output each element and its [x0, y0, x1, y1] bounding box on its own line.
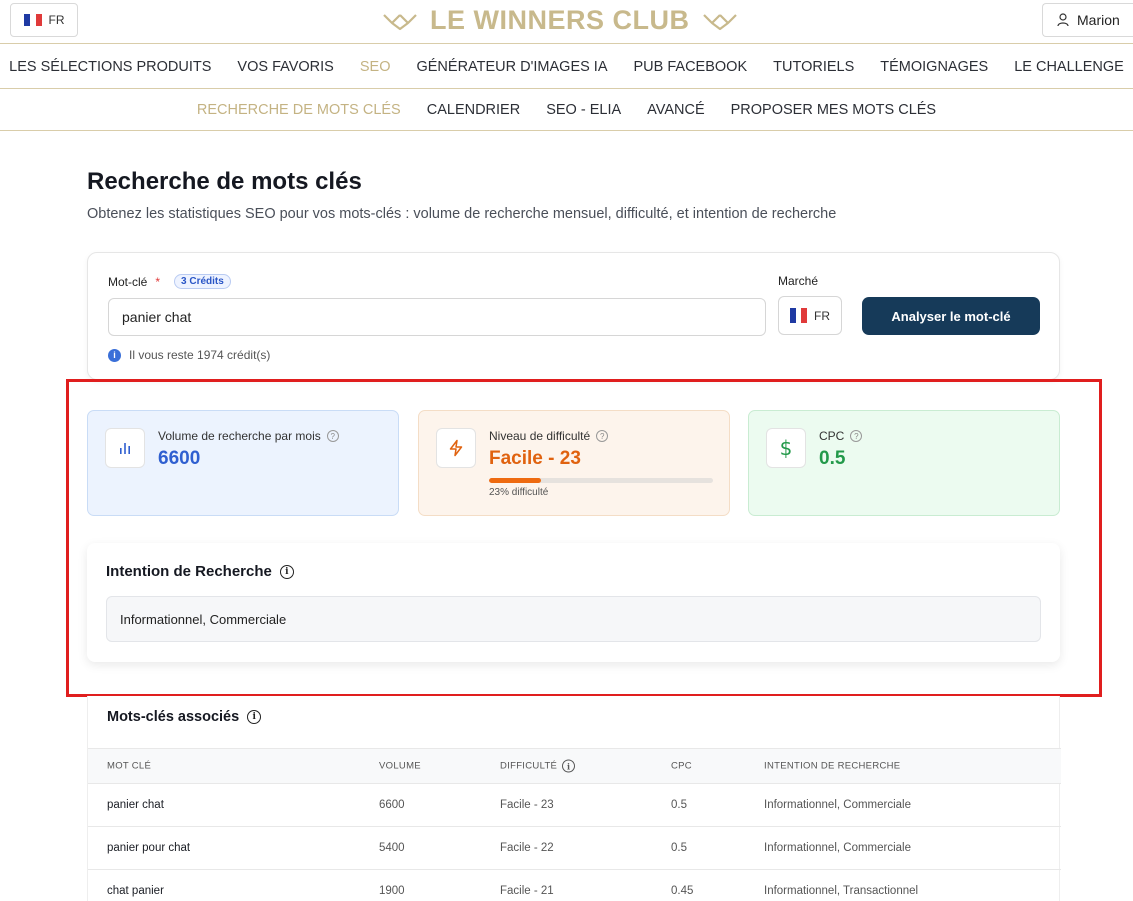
info-icon[interactable]: i: [247, 710, 262, 724]
page-title: Recherche de mots clés: [87, 168, 362, 195]
table-row[interactable]: panier pour chat 5400 Facile - 22 0.5 In…: [88, 827, 1061, 870]
related-keywords-section: Mots-clés associés i MOT CLÉ VOLUME DIFF…: [87, 696, 1061, 901]
nav-seo[interactable]: SEO: [360, 59, 391, 75]
credits-badge: 3 Crédits: [174, 274, 231, 289]
subnav-seo-elia[interactable]: SEO - ELIA: [546, 102, 621, 118]
credits-note: i Il vous reste 1974 crédit(s): [108, 348, 270, 362]
subnav-recherche-mots-cles[interactable]: RECHERCHE DE MOTS CLÉS: [197, 102, 401, 118]
info-icon[interactable]: i: [562, 759, 576, 773]
user-name: Marion: [1077, 12, 1120, 28]
row-cpc: 0.5: [671, 799, 687, 811]
row-volume: 5400: [379, 842, 405, 854]
subnav-avance[interactable]: AVANCÉ: [647, 102, 704, 118]
row-volume: 1900: [379, 885, 405, 897]
required-mark: *: [155, 274, 161, 289]
row-difficulty: Facile - 22: [500, 842, 554, 854]
language-selector[interactable]: FR: [10, 3, 78, 37]
language-label: FR: [48, 13, 65, 27]
row-keyword: panier pour chat: [107, 842, 191, 854]
keyword-label: Mot-clé: [108, 274, 148, 289]
nav-pub-facebook[interactable]: PUB FACEBOOK: [634, 59, 748, 75]
sub-nav: RECHERCHE DE MOTS CLÉS CALENDRIER SEO - …: [0, 89, 1133, 131]
column-header-intent[interactable]: INTENTION DE RECHERCHE: [764, 761, 900, 772]
nav-le-challenge[interactable]: LE CHALLENGE: [1014, 59, 1124, 75]
row-intent: Informationnel, Commerciale: [764, 842, 912, 854]
nav-selections-produits[interactable]: LES SÉLECTIONS PRODUITS: [9, 59, 211, 75]
subnav-proposer-mots-cles[interactable]: PROPOSER MES MOTS CLÉS: [731, 102, 936, 118]
column-header-difficulty-label: DIFFICULTÉ: [500, 760, 558, 772]
column-header-difficulty[interactable]: DIFFICULTÉ i: [500, 759, 576, 773]
market-label: Marché: [778, 274, 819, 288]
market-value: FR: [814, 308, 830, 323]
user-menu-button[interactable]: Marion: [1042, 3, 1133, 37]
row-cpc: 0.5: [671, 842, 687, 854]
main-nav: LES SÉLECTIONS PRODUITS VOS FAVORIS SEO …: [0, 45, 1133, 89]
keyword-search-card: Mot-clé * 3 Crédits i Il vous reste 1974…: [87, 252, 1060, 380]
column-header-cpc[interactable]: CPC: [671, 761, 692, 772]
credits-note-text: Il vous reste 1974 crédit(s): [129, 348, 271, 362]
related-keywords-title: Mots-clés associés: [107, 709, 240, 725]
table-header: MOT CLÉ VOLUME DIFFICULTÉ i CPC INTENTIO…: [88, 748, 1061, 784]
row-intent: Informationnel, Transactionnel: [764, 885, 919, 897]
france-flag-icon: [790, 308, 808, 323]
table-row[interactable]: chat panier 1900 Facile - 21 0.45 Inform…: [88, 870, 1061, 901]
user-icon: [1057, 13, 1069, 27]
highlight-box: [66, 379, 1102, 697]
related-keywords-title-row: Mots-clés associés i: [107, 709, 262, 725]
column-header-volume[interactable]: VOLUME: [379, 761, 421, 772]
row-volume: 6600: [379, 799, 405, 811]
france-flag-icon: [23, 14, 42, 26]
column-header-keyword[interactable]: MOT CLÉ: [107, 761, 151, 772]
keyword-input[interactable]: [108, 298, 766, 336]
info-icon: i: [108, 348, 121, 362]
logo-text: LE WINNERS CLUB: [430, 4, 690, 35]
page-subtitle: Obtenez les statistiques SEO pour vos mo…: [87, 206, 837, 222]
row-keyword: panier chat: [107, 799, 164, 811]
laurel-right-icon: [702, 14, 737, 31]
row-keyword: chat panier: [107, 885, 164, 897]
logo[interactable]: LE WINNERS CLUB: [380, 4, 740, 36]
market-select[interactable]: FR: [778, 296, 842, 335]
nav-generateur-images[interactable]: GÉNÉRATEUR D'IMAGES IA: [416, 59, 607, 75]
table-row[interactable]: panier chat 6600 Facile - 23 0.5 Informa…: [88, 784, 1061, 827]
nav-tutoriels[interactable]: TUTORIELS: [773, 59, 854, 75]
keyword-label-row: Mot-clé * 3 Crédits: [108, 274, 231, 289]
row-difficulty: Facile - 23: [500, 799, 554, 811]
nav-vos-favoris[interactable]: VOS FAVORIS: [237, 59, 333, 75]
laurel-left-icon: [383, 14, 417, 31]
top-bar: FR LE WINNERS CLUB Marion: [0, 0, 1133, 44]
nav-temoignages[interactable]: TÉMOIGNAGES: [880, 59, 988, 75]
row-cpc: 0.45: [671, 885, 694, 897]
row-difficulty: Facile - 21: [500, 885, 554, 897]
row-intent: Informationnel, Commerciale: [764, 799, 912, 811]
subnav-calendrier[interactable]: CALENDRIER: [427, 102, 520, 118]
analyze-keyword-button[interactable]: Analyser le mot-clé: [862, 297, 1040, 335]
